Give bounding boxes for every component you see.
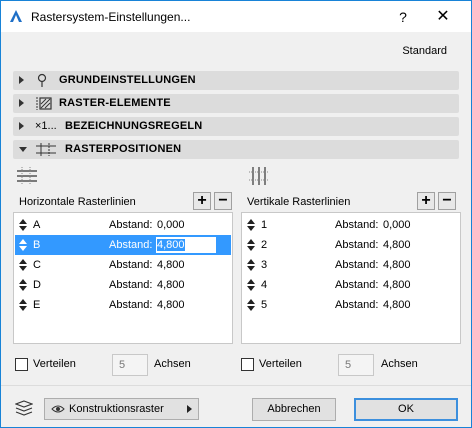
row-name: 4 — [261, 279, 268, 291]
ok-button[interactable]: OK — [354, 398, 458, 421]
horizontal-axes-count-input[interactable]: 5 — [112, 354, 148, 376]
reorder-arrows-icon[interactable] — [247, 239, 255, 251]
row-distance-label: Abstand: — [109, 219, 153, 231]
reorder-arrows-icon[interactable] — [19, 259, 27, 271]
section-grundeinstellungen[interactable]: GRUNDEINSTELLUNGEN — [13, 71, 459, 90]
title-bar: Rastersystem-Einstellungen... ? ✕ — [1, 1, 471, 32]
footer-divider — [1, 385, 471, 386]
section-label: RASTERPOSITIONEN — [65, 143, 182, 155]
reorder-arrows-icon[interactable] — [247, 259, 255, 271]
reorder-arrows-icon[interactable] — [247, 279, 255, 291]
reorder-arrows-icon[interactable] — [247, 299, 255, 311]
row-name: 5 — [261, 299, 268, 311]
remove-vertical-button[interactable]: − — [438, 192, 456, 210]
row-name: 3 — [261, 259, 268, 271]
window-title: Rastersystem-Einstellungen... — [31, 10, 191, 24]
section-label: GRUNDEINSTELLUNGEN — [59, 74, 196, 86]
reorder-arrows-icon[interactable] — [19, 299, 27, 311]
table-row[interactable]: 5 Abstand: 4,800 — [243, 295, 459, 315]
row-distance-label: Abstand: — [335, 259, 379, 271]
row-distance-label: Abstand: — [109, 259, 153, 271]
horizontal-grid-list[interactable]: A Abstand: 0,000 B Abstand: 4,800 C Abst… — [13, 212, 233, 344]
expand-arrow-icon — [19, 76, 24, 84]
row-distance-value[interactable]: 4,800 — [383, 239, 411, 251]
table-row[interactable]: C Abstand: 4,800 — [15, 255, 231, 275]
vertical-grid-list[interactable]: 1 Abstand: 0,000 2 Abstand: 4,800 3 Abst… — [241, 212, 461, 344]
table-row[interactable]: D Abstand: 4,800 — [15, 275, 231, 295]
row-distance-value[interactable]: 4,800 — [157, 259, 185, 271]
naming-rule-icon: ×1... — [35, 120, 57, 132]
expand-arrow-icon — [19, 122, 24, 130]
collapse-arrow-icon — [19, 147, 27, 152]
section-bezeichnungsregeln[interactable]: ×1... BEZEICHNUNGSREGELN — [13, 117, 459, 136]
row-distance-value[interactable]: 4,800 — [157, 299, 185, 311]
reorder-arrows-icon[interactable] — [19, 279, 27, 291]
table-row[interactable]: E Abstand: 4,800 — [15, 295, 231, 315]
vertical-list-title: Vertikale Rasterlinien — [247, 196, 351, 208]
vertical-grid-icon — [249, 167, 269, 185]
row-name: 2 — [261, 239, 268, 251]
archicad-app-icon — [10, 10, 22, 22]
table-row[interactable]: 4 Abstand: 4,800 — [243, 275, 459, 295]
section-raster-elemente[interactable]: RASTER-ELEMENTE — [13, 94, 459, 113]
cancel-button[interactable]: Abbrechen — [252, 398, 336, 421]
remove-horizontal-button[interactable]: − — [214, 192, 232, 210]
row-distance-value[interactable]: 4,800 — [383, 299, 411, 311]
row-name: E — [33, 299, 41, 311]
layer-dropdown-label: Konstruktionsraster — [69, 403, 164, 415]
horizontal-list-title: Horizontale Rasterlinien — [19, 196, 136, 208]
row-distance-input[interactable]: 4,800 — [155, 236, 217, 254]
grid-element-icon — [36, 97, 52, 110]
row-name: 1 — [261, 219, 268, 231]
layer-dropdown[interactable]: Konstruktionsraster — [44, 398, 199, 420]
table-row[interactable]: 2 Abstand: 4,800 — [243, 235, 459, 255]
row-distance-value[interactable]: 0,000 — [157, 219, 185, 231]
table-row[interactable]: 3 Abstand: 4,800 — [243, 255, 459, 275]
row-name: A — [33, 219, 41, 231]
reorder-arrows-icon[interactable] — [19, 239, 27, 251]
row-distance-label: Abstand: — [335, 299, 379, 311]
reorder-arrows-icon[interactable] — [19, 219, 27, 231]
add-vertical-button[interactable]: + — [417, 192, 435, 210]
dropdown-arrow-icon — [187, 405, 192, 413]
distribute-vertical-checkbox[interactable] — [241, 358, 254, 371]
vertical-axes-count-input[interactable]: 5 — [338, 354, 374, 376]
row-distance-value[interactable]: 4,800 — [383, 279, 411, 291]
section-label: BEZEICHNUNGSREGELN — [65, 120, 203, 132]
dialog-window: Rastersystem-Einstellungen... ? ✕ Standa… — [0, 0, 472, 428]
section-label: RASTER-ELEMENTE — [59, 97, 171, 109]
row-distance-value[interactable]: 0,000 — [383, 219, 411, 231]
row-distance-value[interactable]: 4,800 — [383, 259, 411, 271]
row-distance-label: Abstand: — [335, 219, 379, 231]
row-name: C — [33, 259, 41, 271]
section-rasterpositionen[interactable]: RASTERPOSITIONEN — [13, 140, 459, 159]
distribute-horizontal-checkbox[interactable] — [15, 358, 28, 371]
row-name: D — [33, 279, 41, 291]
expand-arrow-icon — [19, 99, 24, 107]
row-distance-label: Abstand: — [335, 239, 379, 251]
row-distance-label: Abstand: — [335, 279, 379, 291]
help-button[interactable]: ? — [389, 6, 417, 28]
row-distance-label: Abstand: — [109, 299, 153, 311]
table-row-selected[interactable]: B Abstand: 4,800 — [15, 235, 231, 255]
distribute-vertical-label: Verteilen — [259, 358, 302, 370]
close-button[interactable]: ✕ — [429, 6, 457, 28]
distribute-horizontal-label: Verteilen — [33, 358, 76, 370]
grid-position-icon — [36, 143, 56, 156]
horizontal-grid-icon — [17, 167, 37, 185]
pin-icon — [37, 73, 47, 87]
vertical-axes-label: Achsen — [381, 358, 418, 370]
reorder-arrows-icon[interactable] — [247, 219, 255, 231]
layers-icon — [15, 400, 33, 416]
eye-icon — [51, 405, 65, 413]
add-horizontal-button[interactable]: + — [193, 192, 211, 210]
table-row[interactable]: 1 Abstand: 0,000 — [243, 215, 459, 235]
row-distance-label: Abstand: — [109, 279, 153, 291]
preset-label[interactable]: Standard — [402, 45, 447, 57]
horizontal-axes-label: Achsen — [154, 358, 191, 370]
row-distance-label: Abstand: — [109, 239, 153, 251]
row-distance-value[interactable]: 4,800 — [157, 279, 185, 291]
table-row[interactable]: A Abstand: 0,000 — [15, 215, 231, 235]
row-name: B — [33, 239, 41, 251]
